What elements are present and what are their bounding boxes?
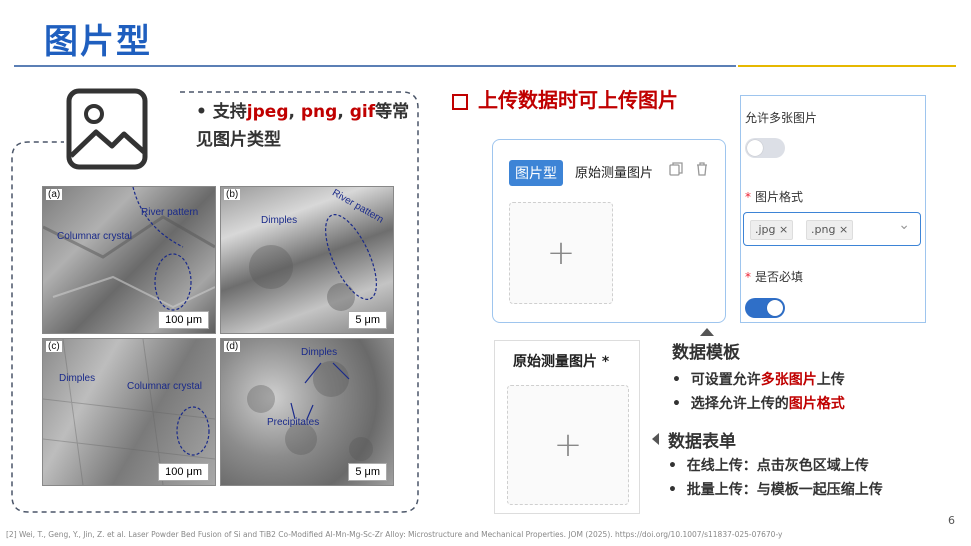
plus-icon: + (546, 233, 576, 273)
sep-1: , (288, 102, 301, 122)
allow-multiple-label: 允许多张图片 (745, 111, 818, 125)
form-section-list: • 在线上传：点击灰色区域上传 • 批量上传：与模板一起压缩上传 (668, 454, 883, 502)
slide-title: 图片型 (44, 22, 152, 62)
reference-footnote: [2] Wei, T., Geng, Y., Jin, Z. et al. La… (6, 530, 783, 539)
page-number: 6 (948, 514, 955, 527)
required-mark: * (745, 190, 751, 204)
form-image-field-card: 原始测量图片 * + (494, 340, 640, 514)
image-type-tag: 图片型 (509, 160, 563, 186)
annotation: Dimples (59, 373, 96, 384)
copy-icon[interactable] (669, 162, 683, 180)
panel-label: (c) (46, 341, 62, 352)
field-label: 原始测量图片 * (513, 354, 610, 370)
format-label-row: * 图片格式 (745, 188, 803, 205)
bullet-prefix: 支持 (212, 102, 247, 122)
form-section-title: 数据表单 (668, 432, 736, 452)
upload-area-gray[interactable]: + (507, 385, 629, 505)
scale-bar: 5 μm (348, 463, 387, 481)
close-icon[interactable]: × (839, 223, 848, 236)
format-jpeg: jpeg (246, 102, 289, 122)
sem-panel-a: (a) River pattern Columnar crystal 100 μ… (42, 186, 216, 334)
panel-label: (d) (224, 341, 241, 352)
title-rule-blue (14, 65, 736, 67)
panel-label: (b) (224, 189, 241, 200)
list-item: • 在线上传：点击灰色区域上传 (668, 458, 869, 474)
list-item: • 选择允许上传的图片格式 (672, 396, 845, 412)
toggle-knob (747, 140, 763, 156)
supported-formats-bullet: • 支持jpeg, png, gif等常见图片类型 (196, 102, 410, 150)
annotation: Precipitates (267, 417, 320, 428)
properties-panel: 允许多张图片 * 图片格式 .jpg × .png × ⌄ * 是否必填 (740, 95, 926, 323)
toggle-knob (767, 300, 783, 316)
template-section-list: • 可设置允许多张图片上传 • 选择允许上传的图片格式 (672, 368, 845, 416)
upload-heading: 上传数据时可上传图片 (452, 84, 678, 113)
list-item: • 可设置允许多张图片上传 (672, 372, 845, 388)
required-label: 是否必填 (755, 270, 804, 284)
title-rule-gold (738, 65, 956, 67)
arrow-up-icon (700, 328, 714, 336)
arrow-left-icon (652, 433, 659, 445)
panel-label: (a) (46, 189, 63, 200)
annotation: Columnar crystal (127, 381, 203, 392)
format-png: png (300, 102, 338, 122)
required-mark: * (745, 270, 751, 284)
template-image-field-card[interactable]: 图片型 原始测量图片 + (492, 139, 726, 323)
sep-2: , (337, 102, 350, 122)
annotation: Dimples (301, 347, 338, 358)
required-label-row: * 是否必填 (745, 268, 803, 285)
delete-icon[interactable] (695, 162, 709, 180)
sem-panel-c: (c) Dimples Columnar crystal 100 μm (42, 338, 216, 486)
chevron-down-icon[interactable]: ⌄ (898, 217, 910, 233)
format-label: 图片格式 (755, 190, 804, 204)
upload-placeholder[interactable]: + (509, 202, 613, 304)
annotation: River pattern (141, 207, 199, 218)
scale-bar: 5 μm (348, 311, 387, 329)
checkbox-bullet-icon (452, 93, 468, 110)
annotation: Columnar crystal (57, 231, 133, 242)
sem-image-grid: (a) River pattern Columnar crystal 100 μ… (42, 186, 394, 486)
close-icon[interactable]: × (779, 223, 788, 236)
sem-panel-d: (d) Dimples Precipitates 5 μm (220, 338, 394, 486)
format-gif: gif (349, 102, 376, 122)
template-section-title: 数据模板 (672, 343, 740, 363)
allow-multiple-toggle[interactable] (745, 138, 785, 158)
image-icon (66, 88, 148, 170)
list-item: • 批量上传：与模板一起压缩上传 (668, 482, 883, 498)
format-chip-jpg: .jpg × (750, 220, 794, 240)
upload-heading-text: 上传数据时可上传图片 (478, 88, 678, 112)
annotation: Dimples (261, 215, 298, 226)
format-chip-png: .png × (806, 220, 854, 240)
format-multiselect[interactable]: .jpg × .png × ⌄ (743, 212, 921, 246)
plus-icon: + (553, 425, 583, 465)
sem-panel-b: (b) Dimples River pattern 5 μm (220, 186, 394, 334)
scale-bar: 100 μm (158, 311, 209, 329)
field-label: 原始测量图片 (575, 166, 654, 181)
scale-bar: 100 μm (158, 463, 209, 481)
required-toggle[interactable] (745, 298, 785, 318)
